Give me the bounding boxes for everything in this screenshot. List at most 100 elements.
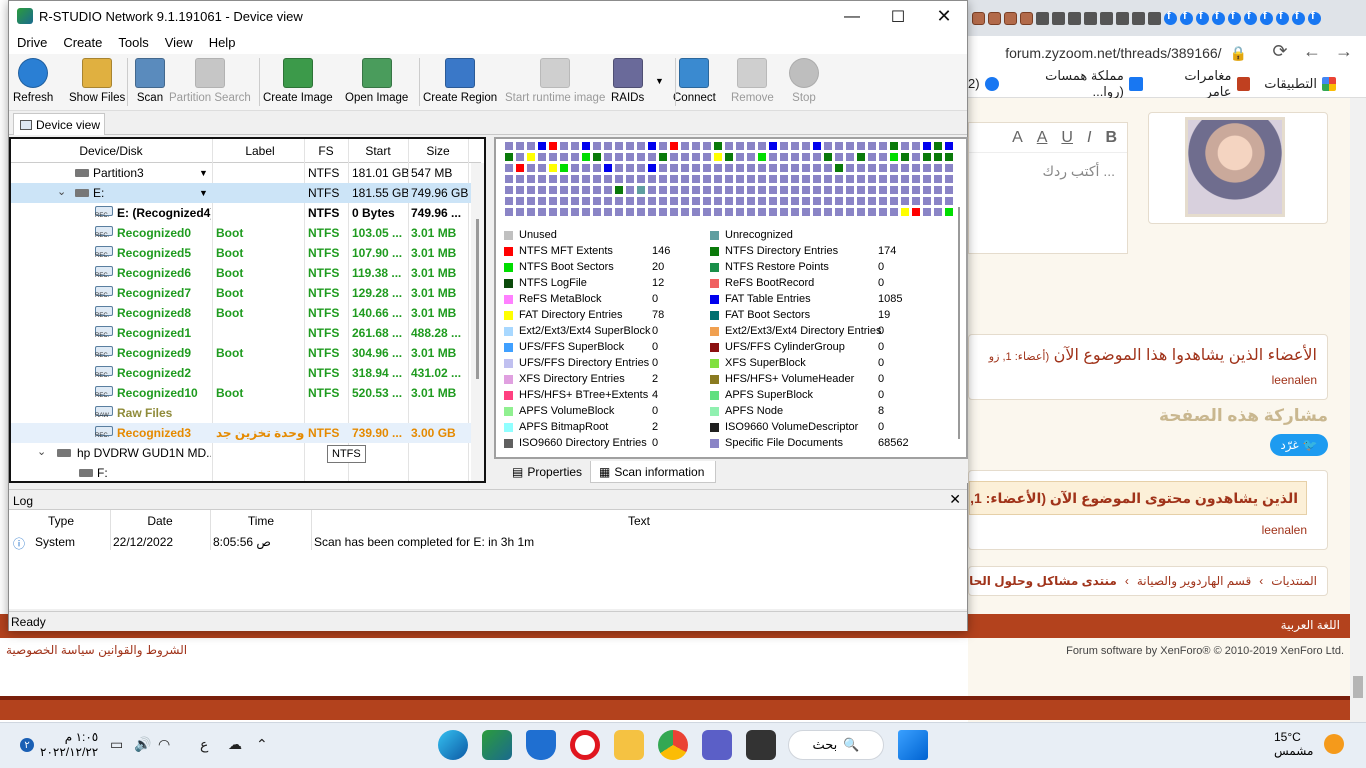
chat-icon[interactable] — [702, 730, 732, 760]
cluster-cell[interactable] — [658, 152, 668, 162]
cluster-cell[interactable] — [669, 185, 679, 195]
cluster-cell[interactable] — [900, 152, 910, 162]
tab-device-view[interactable]: Device view — [13, 113, 105, 135]
cluster-cell[interactable] — [614, 185, 624, 195]
cluster-cell[interactable] — [691, 152, 701, 162]
facebook-tab-icon[interactable] — [1180, 10, 1193, 25]
cluster-cell[interactable] — [900, 185, 910, 195]
breadcrumb-item[interactable]: قسم الهاردوير والصيانة — [1137, 574, 1251, 588]
cluster-cell[interactable] — [647, 185, 657, 195]
cluster-cell[interactable] — [548, 174, 558, 184]
create-region-button[interactable]: Create Region — [423, 58, 497, 108]
menu-drive[interactable]: Drive — [9, 32, 55, 54]
expand-icon[interactable]: ⌄ — [37, 445, 46, 458]
page-scrollbar[interactable] — [1350, 98, 1366, 722]
cluster-cell[interactable] — [757, 174, 767, 184]
cluster-cell[interactable] — [658, 196, 668, 206]
cluster-cell[interactable] — [933, 196, 943, 206]
cluster-cell[interactable] — [504, 185, 514, 195]
cluster-cell[interactable] — [526, 196, 536, 206]
tab-favicon[interactable] — [1132, 11, 1145, 25]
cluster-cell[interactable] — [735, 185, 745, 195]
cluster-cell[interactable] — [735, 141, 745, 151]
cluster-cell[interactable] — [878, 196, 888, 206]
cluster-cell[interactable] — [790, 207, 800, 217]
cluster-cell[interactable] — [746, 141, 756, 151]
task-view-icon[interactable] — [746, 730, 776, 760]
cluster-cell[interactable] — [790, 163, 800, 173]
cluster-cell[interactable] — [526, 174, 536, 184]
back-icon[interactable]: ← — [1300, 41, 1324, 62]
cluster-cell[interactable] — [603, 196, 613, 206]
cluster-cell[interactable] — [515, 163, 525, 173]
breadcrumb-item[interactable]: المنتديات — [1271, 574, 1317, 588]
cluster-cell[interactable] — [548, 163, 558, 173]
cluster-cell[interactable] — [713, 185, 723, 195]
cluster-cell[interactable] — [570, 196, 580, 206]
cluster-cell[interactable] — [900, 163, 910, 173]
cluster-cell[interactable] — [889, 185, 899, 195]
create-image-button[interactable]: Create Image — [263, 58, 333, 108]
cluster-cell[interactable] — [889, 207, 899, 217]
cluster-cell[interactable] — [834, 185, 844, 195]
cluster-cell[interactable] — [845, 141, 855, 151]
cluster-cell[interactable] — [779, 207, 789, 217]
chevron-down-icon[interactable]: ▼ — [199, 188, 208, 198]
cluster-cell[interactable] — [878, 141, 888, 151]
cluster-cell[interactable] — [746, 163, 756, 173]
edge-icon[interactable] — [438, 730, 468, 760]
tree-row[interactable]: Recognized6 Boot NTFS 119.38 ... 3.01 MB — [11, 263, 471, 283]
cluster-cell[interactable] — [757, 185, 767, 195]
cluster-cell[interactable] — [867, 185, 877, 195]
cluster-cell[interactable] — [702, 141, 712, 151]
scrollbar-thumb[interactable] — [1353, 676, 1363, 698]
breadcrumb-item[interactable]: منتدى مشاكل وحلول الحا — [969, 574, 1117, 588]
cluster-cell[interactable] — [757, 141, 767, 151]
volume-icon[interactable]: 🔊 — [134, 736, 151, 753]
cluster-cell[interactable] — [614, 174, 624, 184]
cluster-cell[interactable] — [944, 207, 954, 217]
cluster-cell[interactable] — [812, 196, 822, 206]
cluster-cell[interactable] — [933, 174, 943, 184]
col-fs[interactable]: FS — [304, 144, 348, 158]
cluster-cell[interactable] — [702, 174, 712, 184]
cluster-cell[interactable] — [867, 163, 877, 173]
clock[interactable]: ١:٠٥ م ٢٠٢٢/١٢/٢٢ — [40, 730, 98, 760]
scan-button[interactable]: Scan — [135, 58, 165, 108]
cluster-cell[interactable] — [889, 163, 899, 173]
cluster-cell[interactable] — [801, 152, 811, 162]
tree-row[interactable]: Raw Files — [11, 403, 471, 423]
sun-icon[interactable] — [1324, 734, 1344, 754]
tree-row[interactable]: Recognized7 Boot NTFS 129.28 ... 3.01 MB — [11, 283, 471, 303]
cluster-cell[interactable] — [801, 207, 811, 217]
bold-icon[interactable]: B — [1105, 129, 1117, 147]
cluster-cell[interactable] — [647, 196, 657, 206]
cluster-cell[interactable] — [669, 141, 679, 151]
cluster-cell[interactable] — [944, 141, 954, 151]
close-icon[interactable]: ✕ — [921, 1, 967, 32]
cluster-cell[interactable] — [889, 196, 899, 206]
language-link[interactable]: اللغة العربية — [1281, 618, 1340, 632]
log-col-date[interactable]: Date — [111, 514, 209, 528]
cluster-cell[interactable] — [691, 207, 701, 217]
cluster-cell[interactable] — [812, 185, 822, 195]
cluster-cell[interactable] — [746, 185, 756, 195]
cluster-cell[interactable] — [614, 196, 624, 206]
cluster-cell[interactable] — [812, 207, 822, 217]
stop-button[interactable]: Stop — [789, 58, 819, 108]
url-field[interactable]: forum.zyzoom.net/threads/389166/ 🔒 — [995, 41, 1257, 65]
cluster-cell[interactable] — [823, 196, 833, 206]
input-language[interactable]: ع — [200, 736, 208, 753]
opera-icon[interactable] — [570, 730, 600, 760]
tab-favicon[interactable] — [1148, 11, 1161, 25]
cluster-cell[interactable] — [856, 163, 866, 173]
tab-favicon[interactable] — [1052, 11, 1065, 25]
browser-tab-strip[interactable] — [968, 0, 1366, 36]
tweet-button[interactable]: غرّد 🐦 — [1270, 434, 1328, 456]
rstudio-taskbar-icon[interactable] — [482, 730, 512, 760]
menu-tools[interactable]: Tools — [110, 32, 156, 54]
log-col-text[interactable]: Text — [313, 514, 965, 528]
refresh-button[interactable]: Refresh — [13, 58, 53, 108]
cluster-cell[interactable] — [922, 174, 932, 184]
cluster-cell[interactable] — [889, 152, 899, 162]
